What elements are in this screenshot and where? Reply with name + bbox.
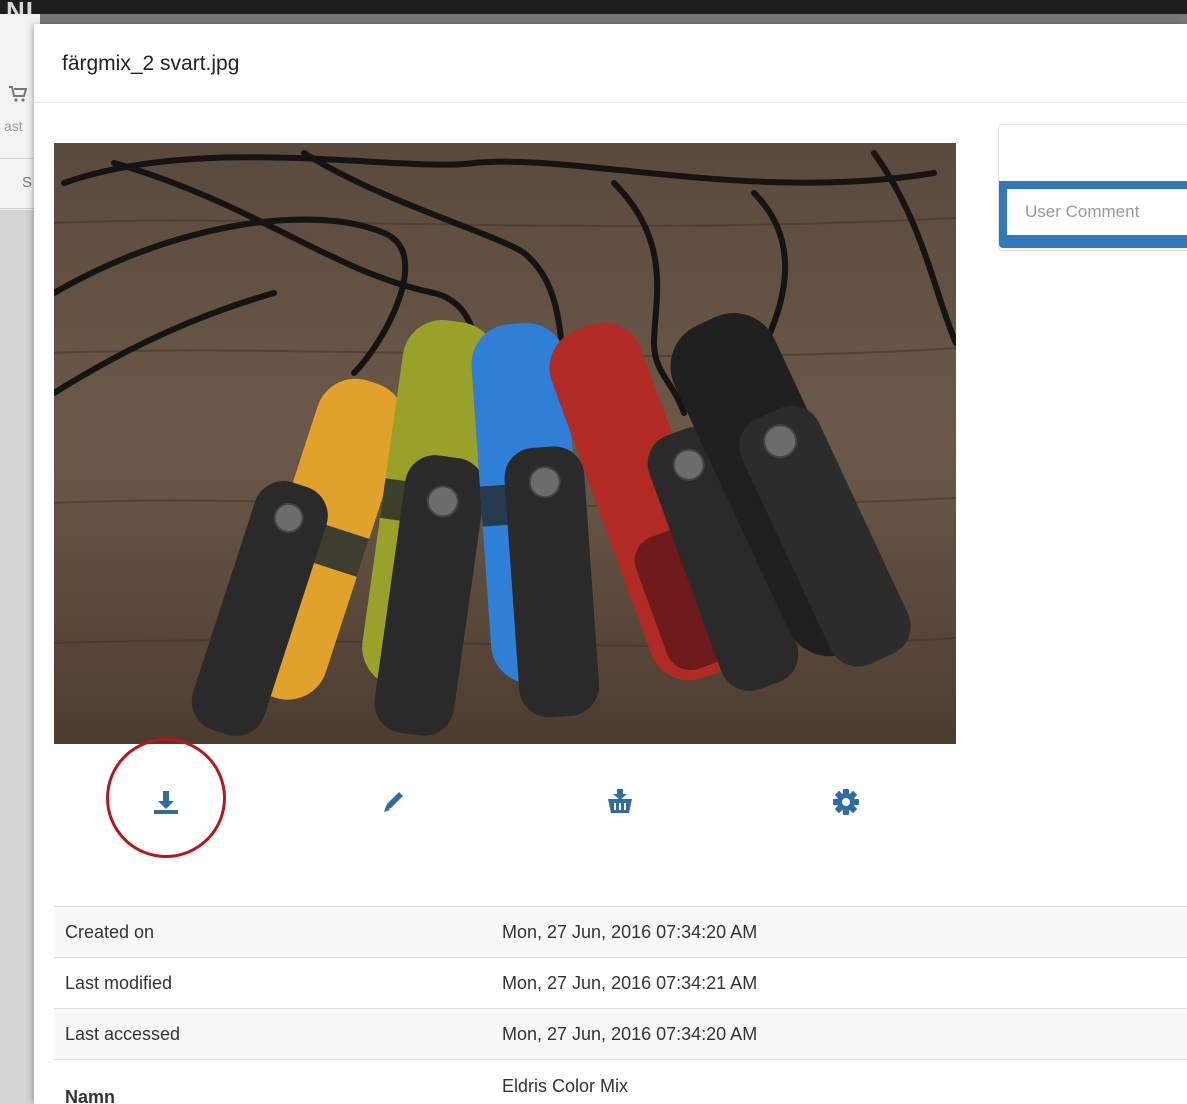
asset-detail-modal: färgmix_2 svart.jpg User Comment Created… <box>34 24 1187 1104</box>
background-text: ast <box>4 118 23 134</box>
pencil-icon <box>380 788 408 821</box>
asset-properties-table: Created on Mon, 27 Jun, 2016 07:34:20 AM… <box>54 906 1187 1104</box>
comment-box <box>999 181 1187 248</box>
property-label: Last modified <box>54 957 502 1009</box>
modal-header: färgmix_2 svart.jpg <box>34 24 1187 103</box>
property-label: Last accessed <box>54 1008 502 1060</box>
table-row: Last accessed Mon, 27 Jun, 2016 07:34:20… <box>54 1008 1187 1060</box>
user-comment-input[interactable] <box>1007 189 1187 235</box>
property-value: Eldris Color Mix <box>502 1059 1187 1104</box>
add-to-basket-button[interactable] <box>600 784 640 824</box>
property-value: Mon, 27 Jun, 2016 07:34:20 AM <box>502 1008 1187 1060</box>
download-icon <box>152 788 180 821</box>
download-button[interactable] <box>146 784 186 824</box>
table-row: Created on Mon, 27 Jun, 2016 07:34:20 AM <box>54 906 1187 958</box>
basket-add-icon <box>605 787 635 822</box>
table-row: Namn Eldris Color Mix <box>54 1059 1187 1104</box>
gear-icon <box>832 788 860 821</box>
background-top-bar <box>0 0 1187 14</box>
edit-button[interactable] <box>374 784 414 824</box>
property-value: Mon, 27 Jun, 2016 07:34:20 AM <box>502 906 1187 958</box>
image-preview[interactable] <box>54 143 956 744</box>
property-label: Namn <box>54 1059 502 1104</box>
background-text: S <box>22 174 33 191</box>
settings-button[interactable] <box>826 784 866 824</box>
asset-action-bar <box>54 738 956 858</box>
property-value: Mon, 27 Jun, 2016 07:34:21 AM <box>502 957 1187 1009</box>
comment-panel <box>998 124 1187 251</box>
table-row: Last modified Mon, 27 Jun, 2016 07:34:21… <box>54 957 1187 1009</box>
cart-icon <box>8 84 28 104</box>
property-label: Created on <box>54 906 502 958</box>
modal-title: färgmix_2 svart.jpg <box>62 52 240 75</box>
